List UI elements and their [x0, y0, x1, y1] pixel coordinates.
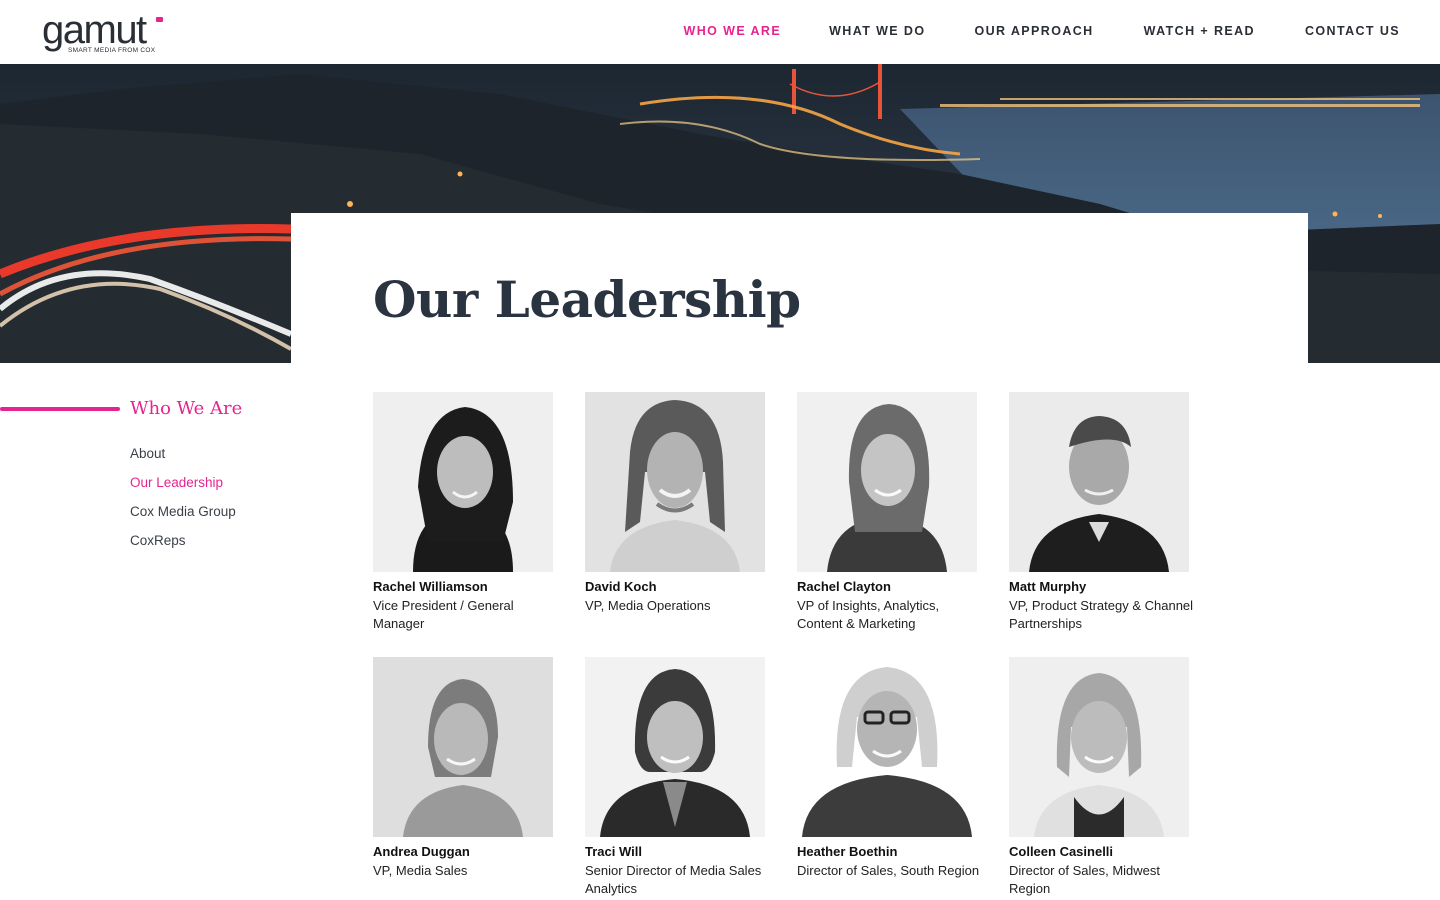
portrait-photo	[373, 657, 553, 837]
site-header: gamut SMART MEDIA FROM COX WHO WE ARE WH…	[0, 0, 1440, 64]
main-nav: WHO WE ARE WHAT WE DO OUR APPROACH WATCH…	[684, 24, 1400, 38]
logo-accent-mark	[156, 17, 163, 22]
portrait-photo	[1009, 657, 1189, 837]
sidebar-item-our-leadership[interactable]: Our Leadership	[130, 475, 236, 504]
member-role: Director of Sales, South Region	[797, 863, 980, 878]
member-role: Vice President / General Manager	[373, 598, 514, 631]
nav-watch-read[interactable]: WATCH + READ	[1144, 24, 1255, 38]
member-role: VP, Media Operations	[585, 598, 711, 613]
nav-contact-us[interactable]: CONTACT US	[1305, 24, 1400, 38]
portrait-photo	[797, 392, 977, 572]
gamut-logo[interactable]: gamut SMART MEDIA FROM COX	[42, 10, 172, 58]
member-role: Senior Director of Media Sales Analytics	[585, 863, 762, 896]
sidebar-heading: Who We Are	[130, 398, 243, 419]
member-role: Director of Sales, Midwest Region	[1009, 863, 1160, 896]
portrait-photo	[585, 657, 765, 837]
sidebar-item-coxreps[interactable]: CoxReps	[130, 533, 236, 562]
member-role: VP, Media Sales	[373, 863, 468, 878]
member-role: VP of Insights, Analytics, Content & Mar…	[797, 598, 940, 631]
page-title: Our Leadership	[373, 270, 801, 329]
member-name: Rachel Clayton	[797, 579, 891, 594]
sidebar-item-cox-media-group[interactable]: Cox Media Group	[130, 504, 236, 533]
sidebar-nav: About Our Leadership Cox Media Group Cox…	[130, 446, 236, 562]
member-name: David Koch	[585, 579, 657, 594]
sidebar-item-about[interactable]: About	[130, 446, 236, 475]
nav-who-we-are[interactable]: WHO WE ARE	[684, 24, 782, 38]
portrait-photo	[1009, 392, 1189, 572]
portrait-photo	[373, 392, 553, 572]
member-name: Matt Murphy	[1009, 579, 1087, 594]
member-name: Traci Will	[585, 844, 642, 859]
member-role: VP, Product Strategy & Channel Partnersh…	[1009, 598, 1194, 631]
member-name: Heather Boethin	[797, 844, 898, 859]
nav-what-we-do[interactable]: WHAT WE DO	[829, 24, 925, 38]
portrait-photo	[585, 392, 765, 572]
member-name: Rachel Williamson	[373, 579, 488, 594]
logo-tagline: SMART MEDIA FROM COX	[68, 47, 156, 54]
nav-our-approach[interactable]: OUR APPROACH	[974, 24, 1093, 38]
sidebar-accent-rule	[0, 407, 120, 411]
portrait-photo	[797, 657, 977, 837]
member-name: Colleen Casinelli	[1009, 844, 1114, 859]
logo-wordmark: gamut	[42, 8, 147, 52]
member-name: Andrea Duggan	[373, 844, 470, 859]
